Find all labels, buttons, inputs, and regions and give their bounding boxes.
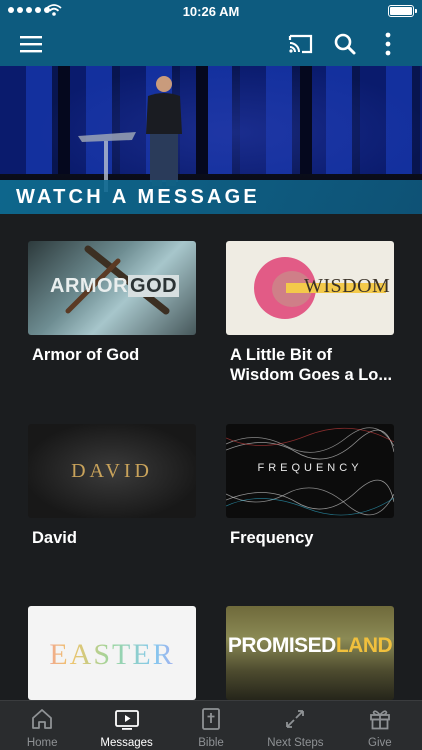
david-artwork-text: DAVID	[71, 460, 153, 482]
series-title: David	[32, 529, 77, 547]
series-thumbnail: FREQUENCY	[226, 424, 394, 518]
promised-land-artwork-text: PROMISEDLAND	[227, 634, 393, 657]
tab-label: Next Steps	[267, 737, 324, 749]
series-card-wisdom[interactable]: WISDOM A Little Bit of Wisdom Goes a Lo.…	[226, 241, 394, 385]
series-thumbnail: DAVID	[28, 424, 196, 518]
home-icon	[32, 709, 53, 729]
frequency-artwork-text: FREQUENCY	[257, 462, 363, 474]
watch-message-hero[interactable]: WATCH A MESSAGE	[0, 66, 422, 214]
series-card-promised-land[interactable]: PROMISEDLAND	[226, 606, 394, 700]
cast-icon[interactable]	[288, 32, 314, 56]
play-icon	[114, 710, 139, 730]
gift-icon	[369, 710, 390, 730]
series-title: A Little Bit of Wisdom Goes a Lo...	[230, 346, 393, 384]
next-steps-icon	[286, 710, 305, 728]
tab-label: Messages	[100, 737, 153, 749]
screen: 10:26 AM WATCH A MESSAGE ARMOR GOD Armor…	[0, 0, 422, 750]
speaker-image	[146, 76, 182, 186]
armor-of-god-artwork-text: ARMOR GOD	[50, 275, 180, 297]
tab-give[interactable]: Give	[338, 701, 422, 750]
tab-label: Home	[26, 737, 58, 749]
app-bar	[0, 22, 422, 66]
bible-icon	[202, 708, 220, 730]
series-title: Armor of God	[32, 346, 140, 364]
series-thumbnail: ARMOR GOD	[28, 241, 196, 335]
easter-artwork-text: EASTER	[28, 638, 196, 672]
battery-icon	[388, 5, 417, 17]
series-card-easter[interactable]: EASTER	[28, 606, 196, 700]
tab-messages[interactable]: Messages	[84, 701, 168, 750]
stage-pillar	[58, 66, 70, 186]
hero-banner: WATCH A MESSAGE	[0, 180, 422, 214]
series-thumbnail: WISDOM	[226, 241, 394, 335]
series-card-armor-of-god[interactable]: ARMOR GOD Armor of God	[28, 241, 196, 365]
status-time: 10:26 AM	[182, 4, 240, 19]
hero-banner-text: WATCH A MESSAGE	[16, 186, 260, 208]
tab-home[interactable]: Home	[0, 701, 84, 750]
wisdom-artwork-text: WISDOM	[304, 275, 391, 297]
tab-label: Bible	[198, 737, 224, 749]
series-thumbnail: PROMISEDLAND	[226, 606, 394, 700]
stage-pillar	[300, 66, 312, 186]
series-thumbnail: EASTER	[28, 606, 196, 700]
series-card-frequency[interactable]: FREQUENCY Frequency	[226, 424, 394, 548]
series-title: Frequency	[230, 529, 314, 547]
status-bar: 10:26 AM	[0, 0, 422, 22]
series-card-david[interactable]: DAVID David	[28, 424, 196, 548]
tab-next-steps[interactable]: Next Steps	[253, 701, 337, 750]
menu-icon[interactable]	[18, 32, 46, 56]
tab-label: Give	[368, 737, 392, 749]
more-vertical-icon[interactable]	[380, 31, 396, 57]
stage-pillar	[196, 66, 208, 186]
tab-bible[interactable]: Bible	[169, 701, 253, 750]
bottom-tab-bar: Home Messages Bible Next Steps Give	[0, 700, 422, 750]
search-icon[interactable]	[333, 31, 357, 57]
